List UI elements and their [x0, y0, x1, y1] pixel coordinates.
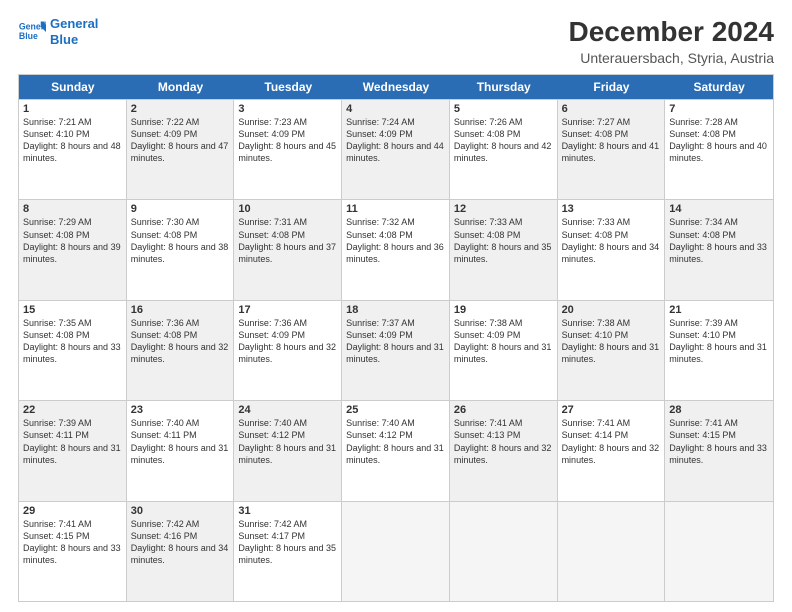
calendar-header: Sunday Monday Tuesday Wednesday Thursday… [19, 75, 773, 99]
week-5: 29 Sunrise: 7:41 AMSunset: 4:15 PMDaylig… [19, 501, 773, 601]
day-num-5: 5 [454, 103, 553, 115]
week-4: 22 Sunrise: 7:39 AMSunset: 4:11 PMDaylig… [19, 400, 773, 500]
cell-13: 13 Sunrise: 7:33 AMSunset: 4:08 PMDaylig… [558, 200, 666, 299]
cell-empty-1 [342, 502, 450, 601]
cell-27: 27 Sunrise: 7:41 AMSunset: 4:14 PMDaylig… [558, 401, 666, 500]
cell-14: 14 Sunrise: 7:34 AMSunset: 4:08 PMDaylig… [665, 200, 773, 299]
cell-text-1: Sunrise: 7:21 AM Sunset: 4:10 PM Dayligh… [23, 116, 122, 165]
col-wednesday: Wednesday [342, 75, 450, 99]
cell-30: 30 Sunrise: 7:42 AMSunset: 4:16 PMDaylig… [127, 502, 235, 601]
logo-line1: General [50, 16, 98, 31]
col-saturday: Saturday [665, 75, 773, 99]
day-num-7: 7 [669, 103, 769, 115]
cell-9: 9 Sunrise: 7:30 AMSunset: 4:08 PMDayligh… [127, 200, 235, 299]
daylight-1: Daylight: 8 hours and 48 minutes. [23, 141, 121, 163]
cell-8: 8 Sunrise: 7:29 AMSunset: 4:08 PMDayligh… [19, 200, 127, 299]
col-thursday: Thursday [450, 75, 558, 99]
cell-31: 31 Sunrise: 7:42 AMSunset: 4:17 PMDaylig… [234, 502, 342, 601]
cell-25: 25 Sunrise: 7:40 AMSunset: 4:12 PMDaylig… [342, 401, 450, 500]
week-2: 8 Sunrise: 7:29 AMSunset: 4:08 PMDayligh… [19, 199, 773, 299]
title-block: December 2024 Unterauersbach, Styria, Au… [569, 16, 774, 66]
logo-text: General Blue [50, 16, 98, 47]
cell-28: 28 Sunrise: 7:41 AMSunset: 4:15 PMDaylig… [665, 401, 773, 500]
cell-3: 3 Sunrise: 7:23 AM Sunset: 4:09 PM Dayli… [234, 100, 342, 199]
subtitle: Unterauersbach, Styria, Austria [569, 50, 774, 66]
calendar-body: 1 Sunrise: 7:21 AM Sunset: 4:10 PM Dayli… [19, 99, 773, 601]
logo-icon: General Blue [18, 18, 46, 46]
header: General Blue General Blue December 2024 … [18, 16, 774, 66]
cell-19: 19 Sunrise: 7:38 AMSunset: 4:09 PMDaylig… [450, 301, 558, 400]
cell-12: 12 Sunrise: 7:33 AMSunset: 4:08 PMDaylig… [450, 200, 558, 299]
cell-26: 26 Sunrise: 7:41 AMSunset: 4:13 PMDaylig… [450, 401, 558, 500]
day-num-2: 2 [131, 103, 230, 115]
day-num-1: 1 [23, 103, 122, 115]
cell-16: 16 Sunrise: 7:36 AMSunset: 4:08 PMDaylig… [127, 301, 235, 400]
rise-1: Sunrise: 7:21 AM [23, 117, 92, 127]
day-num-6: 6 [562, 103, 661, 115]
col-friday: Friday [558, 75, 666, 99]
logo: General Blue General Blue [18, 16, 98, 47]
set-1: Sunset: 4:10 PM [23, 129, 90, 139]
calendar: Sunday Monday Tuesday Wednesday Thursday… [18, 74, 774, 602]
cell-20: 20 Sunrise: 7:38 AMSunset: 4:10 PMDaylig… [558, 301, 666, 400]
day-num-3: 3 [238, 103, 337, 115]
cell-24: 24 Sunrise: 7:40 AMSunset: 4:12 PMDaylig… [234, 401, 342, 500]
col-tuesday: Tuesday [234, 75, 342, 99]
main-title: December 2024 [569, 16, 774, 48]
cell-21: 21 Sunrise: 7:39 AMSunset: 4:10 PMDaylig… [665, 301, 773, 400]
cell-empty-4 [665, 502, 773, 601]
cell-empty-2 [450, 502, 558, 601]
svg-text:Blue: Blue [19, 31, 38, 41]
col-monday: Monday [127, 75, 235, 99]
week-1: 1 Sunrise: 7:21 AM Sunset: 4:10 PM Dayli… [19, 99, 773, 199]
cell-29: 29 Sunrise: 7:41 AMSunset: 4:15 PMDaylig… [19, 502, 127, 601]
logo-line2: Blue [50, 32, 78, 47]
cell-23: 23 Sunrise: 7:40 AMSunset: 4:11 PMDaylig… [127, 401, 235, 500]
cell-10: 10 Sunrise: 7:31 AMSunset: 4:08 PMDaylig… [234, 200, 342, 299]
cell-empty-3 [558, 502, 666, 601]
day-num-4: 4 [346, 103, 445, 115]
cell-11: 11 Sunrise: 7:32 AMSunset: 4:08 PMDaylig… [342, 200, 450, 299]
cell-2: 2 Sunrise: 7:22 AM Sunset: 4:09 PM Dayli… [127, 100, 235, 199]
cell-1: 1 Sunrise: 7:21 AM Sunset: 4:10 PM Dayli… [19, 100, 127, 199]
cell-4: 4 Sunrise: 7:24 AM Sunset: 4:09 PM Dayli… [342, 100, 450, 199]
week-3: 15 Sunrise: 7:35 AMSunset: 4:08 PMDaylig… [19, 300, 773, 400]
cell-22: 22 Sunrise: 7:39 AMSunset: 4:11 PMDaylig… [19, 401, 127, 500]
cell-17: 17 Sunrise: 7:36 AMSunset: 4:09 PMDaylig… [234, 301, 342, 400]
cell-7: 7 Sunrise: 7:28 AM Sunset: 4:08 PM Dayli… [665, 100, 773, 199]
cell-15: 15 Sunrise: 7:35 AMSunset: 4:08 PMDaylig… [19, 301, 127, 400]
col-sunday: Sunday [19, 75, 127, 99]
cell-18: 18 Sunrise: 7:37 AMSunset: 4:09 PMDaylig… [342, 301, 450, 400]
cell-5: 5 Sunrise: 7:26 AM Sunset: 4:08 PM Dayli… [450, 100, 558, 199]
cell-6: 6 Sunrise: 7:27 AM Sunset: 4:08 PM Dayli… [558, 100, 666, 199]
page: General Blue General Blue December 2024 … [0, 0, 792, 612]
